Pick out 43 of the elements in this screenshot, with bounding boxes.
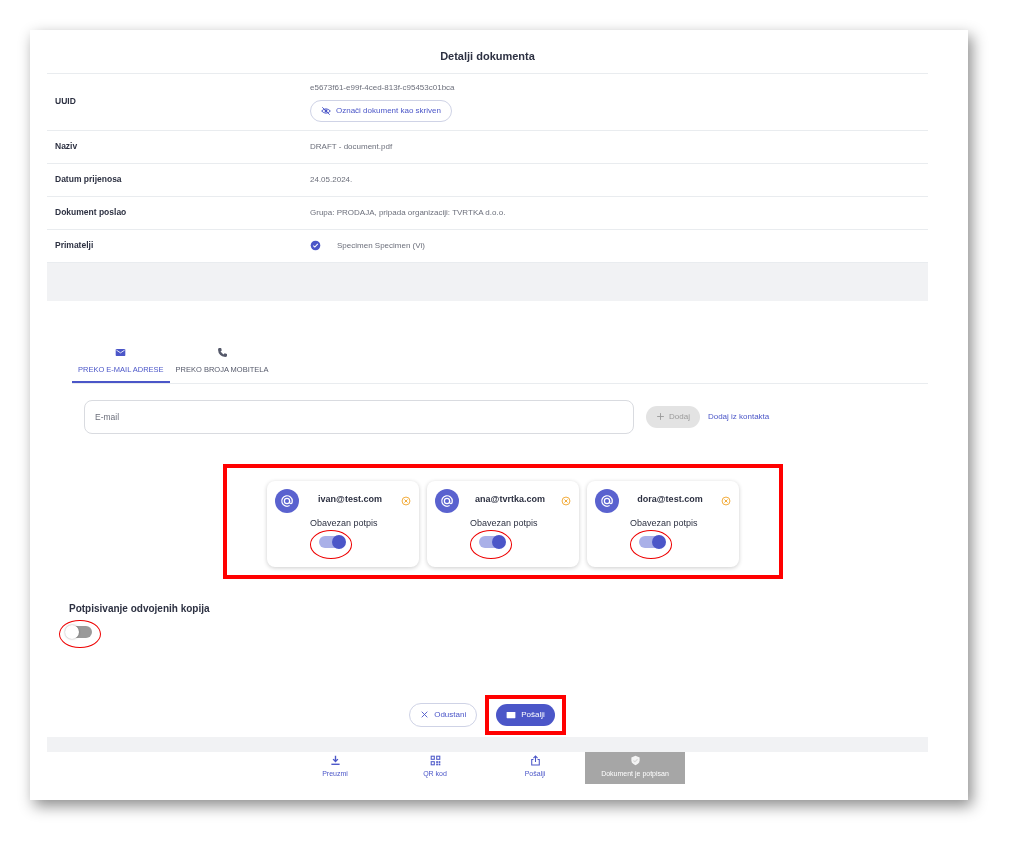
at-sign-icon bbox=[600, 493, 614, 508]
field-label: Datum prijenosa bbox=[54, 173, 123, 186]
send-button[interactable]: Pošalji bbox=[496, 703, 555, 726]
download-icon bbox=[329, 755, 341, 767]
recipient-email: ana@tvrtka.com bbox=[474, 492, 546, 506]
cancel-button[interactable]: Odustani bbox=[409, 702, 478, 727]
email-field[interactable]: E-mail bbox=[84, 399, 634, 434]
field-value: Specimen Specimen (Vi) bbox=[337, 239, 425, 252]
toggle-label: Obavezan potpis bbox=[310, 516, 378, 530]
toggle-label: Obavezan potpis bbox=[470, 516, 538, 530]
field-value: e5673f61-e99f-4ced-813f-c95453c01bca bbox=[310, 81, 455, 94]
recipient-email: ivan@test.com bbox=[317, 492, 383, 506]
field-label: Naziv bbox=[54, 140, 79, 153]
toggle-switch[interactable] bbox=[479, 536, 503, 549]
phone-icon bbox=[216, 346, 228, 358]
at-sign-icon bbox=[280, 493, 294, 508]
envelope-icon bbox=[115, 346, 127, 358]
page-title: Detalji dokumenta bbox=[47, 30, 928, 74]
setting-label: Potpisivanje odvojenih kopija bbox=[69, 601, 211, 616]
remove-icon[interactable] bbox=[401, 495, 411, 506]
plus-icon bbox=[656, 412, 665, 422]
toggle-switch[interactable] bbox=[639, 536, 663, 549]
field-value: Grupa: PRODAJA, pripada organizaciji: TVRTKA d.o.o. bbox=[310, 206, 506, 219]
envelope-icon bbox=[506, 709, 517, 720]
eye-slash-icon bbox=[321, 105, 331, 116]
toggle-label: Obavezan potpis bbox=[630, 516, 698, 530]
add-from-contacts-link[interactable]: Dodaj iz kontakta bbox=[707, 410, 770, 423]
field-label: Dokument poslao bbox=[54, 206, 128, 219]
recipient-email: dora@test.com bbox=[636, 492, 704, 506]
at-sign-icon bbox=[440, 493, 454, 508]
toggle-switch[interactable] bbox=[68, 625, 92, 638]
toggle-switch[interactable] bbox=[319, 536, 343, 549]
remove-icon[interactable] bbox=[721, 495, 731, 506]
field-value: DRAFT - document.pdf bbox=[310, 140, 393, 153]
field-label: Primatelji bbox=[54, 239, 95, 252]
remove-icon[interactable] bbox=[561, 495, 571, 506]
field-value: 24.05.2024. bbox=[310, 173, 353, 186]
shield-check-icon bbox=[629, 755, 641, 767]
hide-document-button[interactable]: Označi dokument kao skriven bbox=[310, 99, 452, 122]
qr-code-icon bbox=[429, 755, 441, 767]
close-icon bbox=[420, 710, 430, 719]
share-icon bbox=[529, 755, 541, 767]
field-label: UUID bbox=[54, 95, 77, 108]
